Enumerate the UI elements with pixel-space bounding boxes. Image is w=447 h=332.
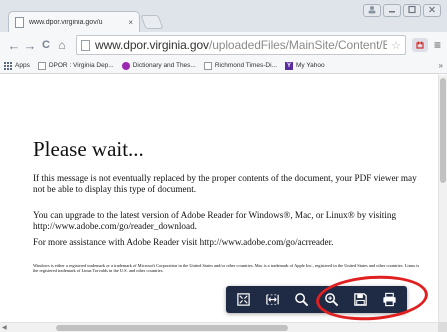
bookmark-label: DPOR : Virginia Dep... xyxy=(48,62,114,69)
fit-width-icon xyxy=(266,294,279,305)
title-bar: www.dpor.virginia.gov/u × xyxy=(0,0,447,33)
upgrade-message: You can upgrade to the latest version of… xyxy=(33,210,397,231)
bookmark-label: Richmond Times-Di... xyxy=(214,62,277,69)
window-controls xyxy=(363,4,441,17)
url-host: www.dpor.virginia.gov xyxy=(95,38,209,52)
red-circle-annotation xyxy=(314,272,430,322)
bookmarks-bar: Apps DPOR : Virginia Dep... Dictionary a… xyxy=(0,58,447,74)
page-icon xyxy=(81,39,90,51)
fit-width-button[interactable] xyxy=(261,289,283,311)
fit-page-icon xyxy=(236,293,250,306)
bookmark-star-icon[interactable]: ☆ xyxy=(391,39,401,52)
zoom-out-icon xyxy=(295,293,309,307)
home-button[interactable]: ⌂ xyxy=(54,38,70,52)
url-text[interactable]: www.dpor.virginia.gov/uploadedFiles/Main… xyxy=(95,38,387,52)
please-wait-heading: Please wait... xyxy=(33,137,144,161)
forward-button[interactable]: → xyxy=(22,38,38,53)
menu-icon[interactable]: ≡ xyxy=(434,38,441,52)
browser-toolbar: ← → C ⌂ www.dpor.virginia.gov/uploadedFi… xyxy=(0,32,447,58)
bookmark-richmond[interactable]: Richmond Times-Di... xyxy=(203,61,277,70)
tab-title: www.dpor.virginia.gov/u xyxy=(29,19,103,26)
close-window-button[interactable] xyxy=(423,4,441,17)
bookmark-apps[interactable]: Apps xyxy=(4,61,30,70)
pdf-message: If this message is not eventually replac… xyxy=(33,173,417,194)
scrollbar-corner xyxy=(438,322,447,332)
browser-tab[interactable]: www.dpor.virginia.gov/u × xyxy=(8,11,140,33)
url-path: /uploadedFiles/MainSite/Content/Boards/ xyxy=(208,38,387,52)
maximize-button[interactable] xyxy=(403,4,421,17)
page-icon xyxy=(15,17,24,28)
apps-icon xyxy=(4,61,12,70)
page-icon xyxy=(203,61,212,70)
bookmark-yahoo[interactable]: Y My Yahoo xyxy=(284,61,325,70)
back-button[interactable]: ← xyxy=(6,38,22,53)
user-icon[interactable] xyxy=(363,4,381,17)
bookmark-dictionary[interactable]: Dictionary and Thes... xyxy=(121,61,196,70)
pdf-viewport[interactable]: Please wait... If this message is not ev… xyxy=(0,75,438,322)
extension-icon[interactable] xyxy=(411,38,428,52)
bookmark-label: Apps xyxy=(15,62,30,69)
new-tab-button[interactable] xyxy=(140,15,164,29)
bookmark-label: My Yahoo xyxy=(295,62,325,69)
reload-button[interactable]: C xyxy=(38,39,54,51)
horizontal-scroll-thumb[interactable] xyxy=(56,325,288,331)
vertical-scrollbar[interactable] xyxy=(438,75,447,322)
dictionary-icon xyxy=(121,61,130,70)
minimize-button[interactable] xyxy=(383,4,401,17)
page-icon xyxy=(37,61,46,70)
zoom-out-button[interactable] xyxy=(291,289,313,311)
assistance-message: For more assistance with Adobe Reader vi… xyxy=(33,237,334,247)
trademark-notice: Windows is either a registered trademark… xyxy=(33,263,420,274)
horizontal-scrollbar[interactable]: ◀ xyxy=(0,322,438,332)
bookmark-label: Dictionary and Thes... xyxy=(132,62,196,69)
bookmark-dpor[interactable]: DPOR : Virginia Dep... xyxy=(37,61,114,70)
address-bar[interactable]: www.dpor.virginia.gov/uploadedFiles/Main… xyxy=(76,35,406,55)
vertical-scroll-thumb[interactable] xyxy=(440,78,446,183)
fit-page-button[interactable] xyxy=(232,289,254,311)
close-tab-icon[interactable]: × xyxy=(128,18,133,27)
yahoo-icon: Y xyxy=(284,61,293,70)
scroll-left-icon[interactable]: ◀ xyxy=(2,324,7,331)
more-bookmarks-icon[interactable]: » xyxy=(439,61,443,70)
